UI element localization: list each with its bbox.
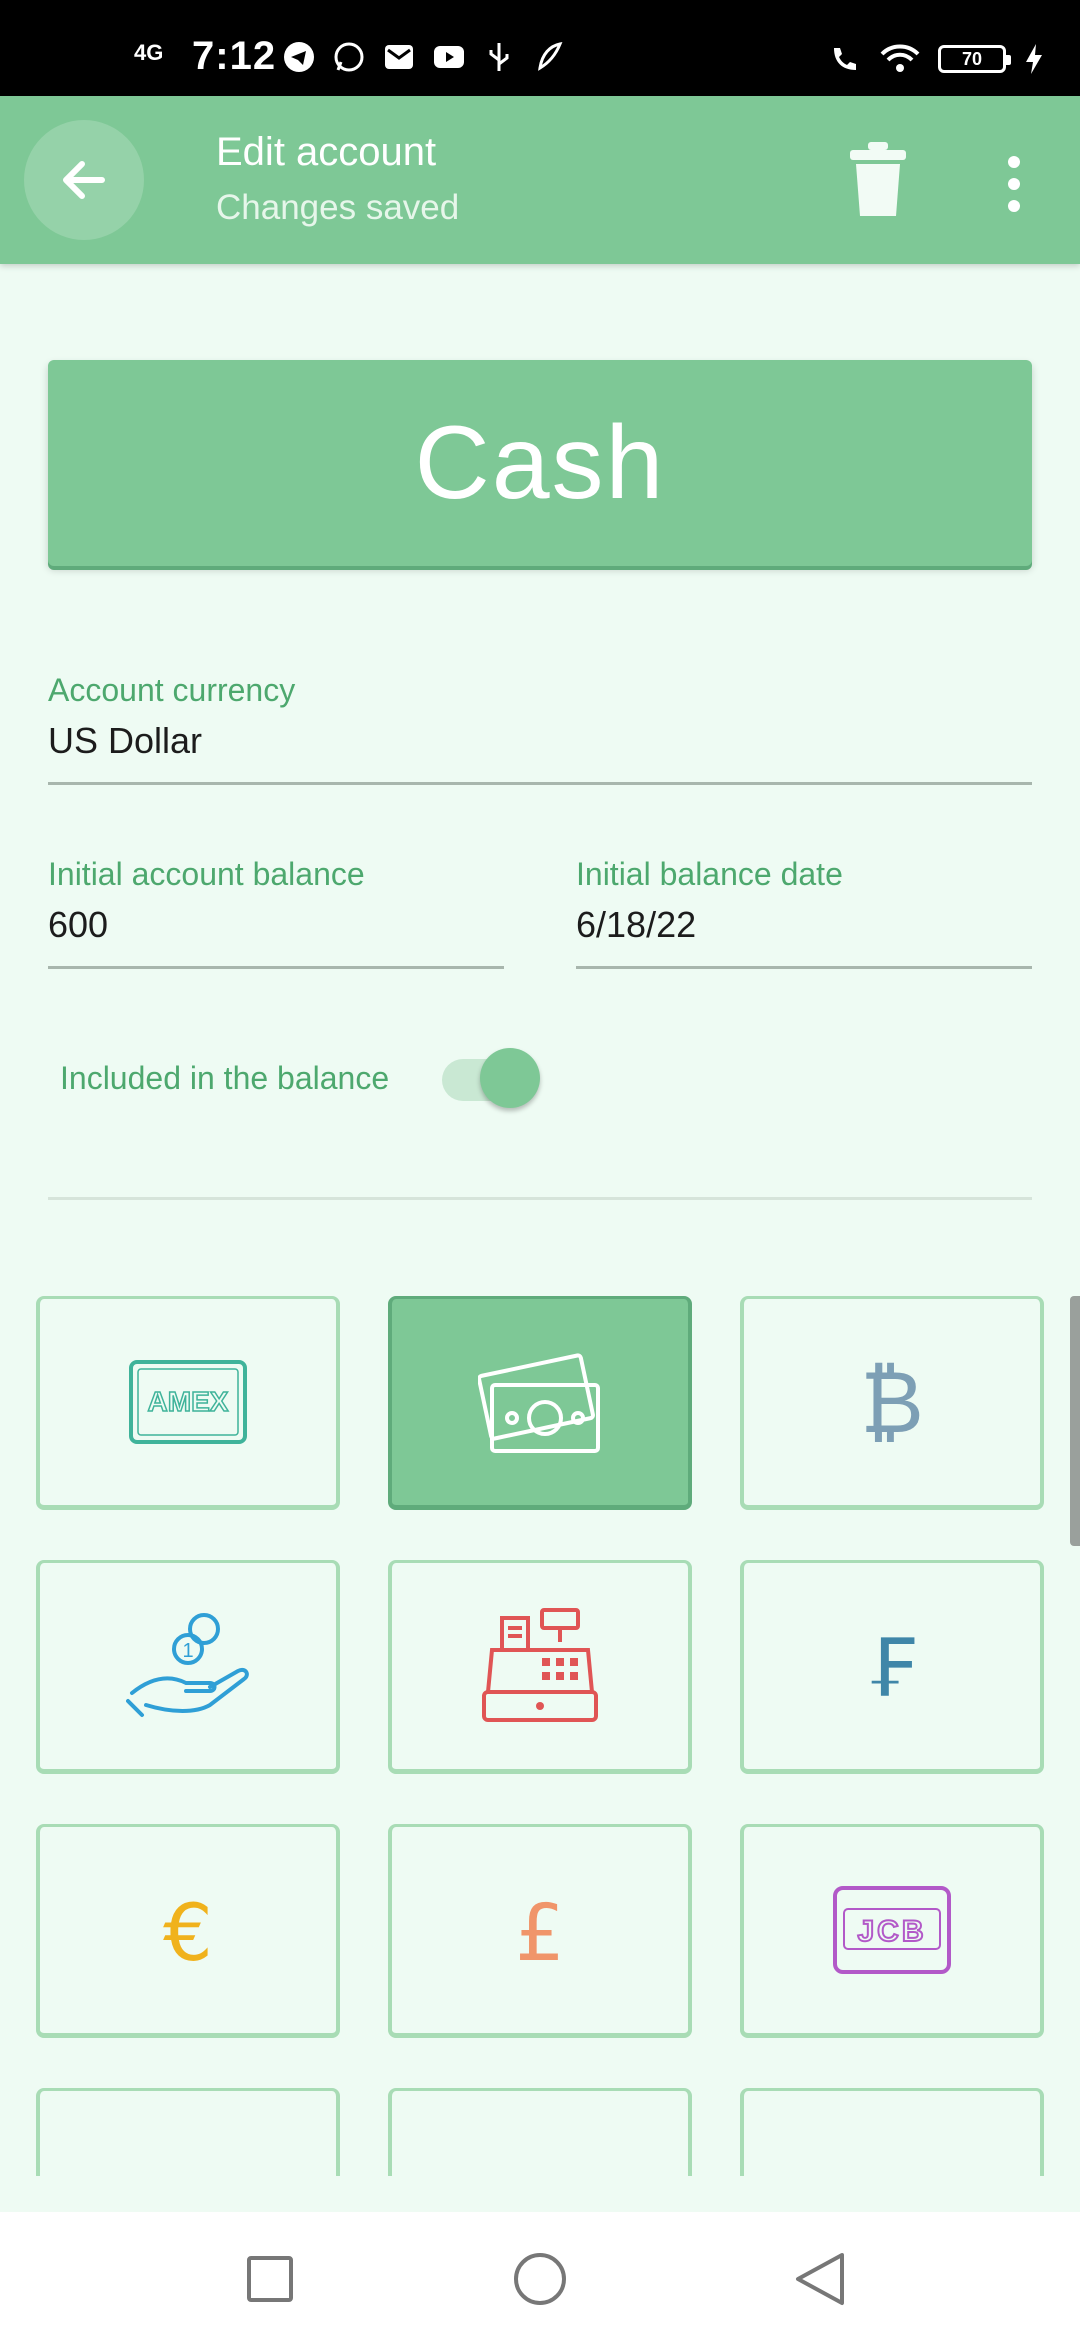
wifi-call-icon <box>834 48 856 70</box>
more-options-icon[interactable] <box>996 152 1032 216</box>
toggle-thumb[interactable] <box>480 1048 540 1108</box>
franc-icon: ₣ <box>867 1622 918 1715</box>
back-button[interactable] <box>24 120 144 240</box>
account-name: Cash <box>414 404 666 521</box>
home-button[interactable] <box>500 2246 580 2312</box>
currency-underline <box>48 782 1032 785</box>
triangle-back-icon <box>796 2253 844 2305</box>
circle-icon <box>514 2253 566 2305</box>
amex-text: AMEX <box>148 1386 229 1417</box>
icon-tile-euro[interactable]: € <box>36 1824 340 2038</box>
status-bar: 4G 7:12 70 <box>0 0 1080 96</box>
wifi-icon <box>880 44 920 72</box>
square-icon <box>247 2256 293 2302</box>
currency-field[interactable]: US Dollar <box>48 720 202 762</box>
account-icon-grid: AMEX ₿ 1 ₣ € £ JCB <box>36 1296 1046 2176</box>
balance-underline <box>48 966 504 969</box>
scroll-indicator[interactable] <box>1070 1296 1080 1546</box>
network-indicator: 4G <box>134 40 164 65</box>
whatsapp-icon <box>334 42 364 72</box>
cash-register-icon <box>482 1608 598 1722</box>
svg-text:₣: ₣ <box>867 1622 918 1715</box>
date-input[interactable]: 6/18/22 <box>576 904 696 946</box>
back-nav-button[interactable] <box>780 2246 860 2312</box>
youtube-icon <box>434 46 464 68</box>
currency-label: Account currency <box>48 672 296 708</box>
euro-icon: € <box>163 1889 213 1979</box>
app-notification-icon <box>538 41 563 71</box>
svg-text:£: £ <box>515 1889 565 1979</box>
charging-icon <box>1026 44 1042 74</box>
svg-text:€: € <box>163 1889 213 1979</box>
system-nav-bar <box>0 2212 1080 2340</box>
bitcoin-icon: ₿ <box>860 1353 924 1452</box>
usb-icon <box>489 43 509 71</box>
icon-tile-franc[interactable]: ₣ <box>740 1560 1044 1774</box>
icon-tile-bitcoin[interactable]: ₿ <box>740 1296 1044 1510</box>
include-balance-label: Included in the balance <box>60 1060 390 1096</box>
jcb-icon: JCB <box>833 1886 951 1974</box>
icon-tile-card[interactable] <box>388 2088 692 2176</box>
svg-text:₿: ₿ <box>860 1353 924 1452</box>
icon-tile-cash-register[interactable] <box>388 1560 692 1774</box>
icon-tile-coin-hand[interactable]: 1 <box>36 1560 340 1774</box>
pound-icon: £ <box>515 1889 565 1979</box>
notification-icons <box>282 40 566 74</box>
account-name-card[interactable]: Cash <box>48 360 1032 566</box>
coin-hand-icon: 1 <box>126 1613 249 1717</box>
date-underline <box>576 966 1032 969</box>
svg-text:1: 1 <box>182 1640 193 1662</box>
clock: 7:12 <box>192 34 277 78</box>
amex-icon: AMEX <box>129 1360 247 1444</box>
battery-indicator: 70 <box>938 45 1011 73</box>
page-title: Edit account <box>216 130 437 174</box>
icon-tile-amex[interactable]: AMEX <box>36 1296 340 1510</box>
balance-input[interactable]: 600 <box>48 904 108 946</box>
date-label: Initial balance date <box>576 856 843 892</box>
svg-text:JCB: JCB <box>857 1915 926 1948</box>
app-bar: Edit account Changes saved <box>0 96 1080 264</box>
icon-tile-yen[interactable] <box>36 2088 340 2176</box>
yen-icon <box>148 2174 228 2176</box>
balance-label: Initial account balance <box>48 856 365 892</box>
cash-icon <box>478 1353 600 1453</box>
mail-icon <box>385 45 413 69</box>
icon-tile-pound[interactable]: £ <box>388 1824 692 2038</box>
coins-icon <box>852 2174 932 2176</box>
icon-tile-jcb[interactable]: JCB <box>740 1824 1044 2038</box>
save-status: Changes saved <box>216 188 460 227</box>
divider <box>48 1197 1032 1200</box>
arrow-left-icon <box>63 161 105 199</box>
recent-apps-button[interactable] <box>230 2246 310 2312</box>
trash-icon[interactable] <box>846 140 910 220</box>
icon-tile-cash[interactable] <box>388 1296 692 1510</box>
telegram-icon <box>284 42 314 72</box>
credit-card-icon <box>480 2174 600 2176</box>
icon-tile-coins[interactable] <box>740 2088 1044 2176</box>
